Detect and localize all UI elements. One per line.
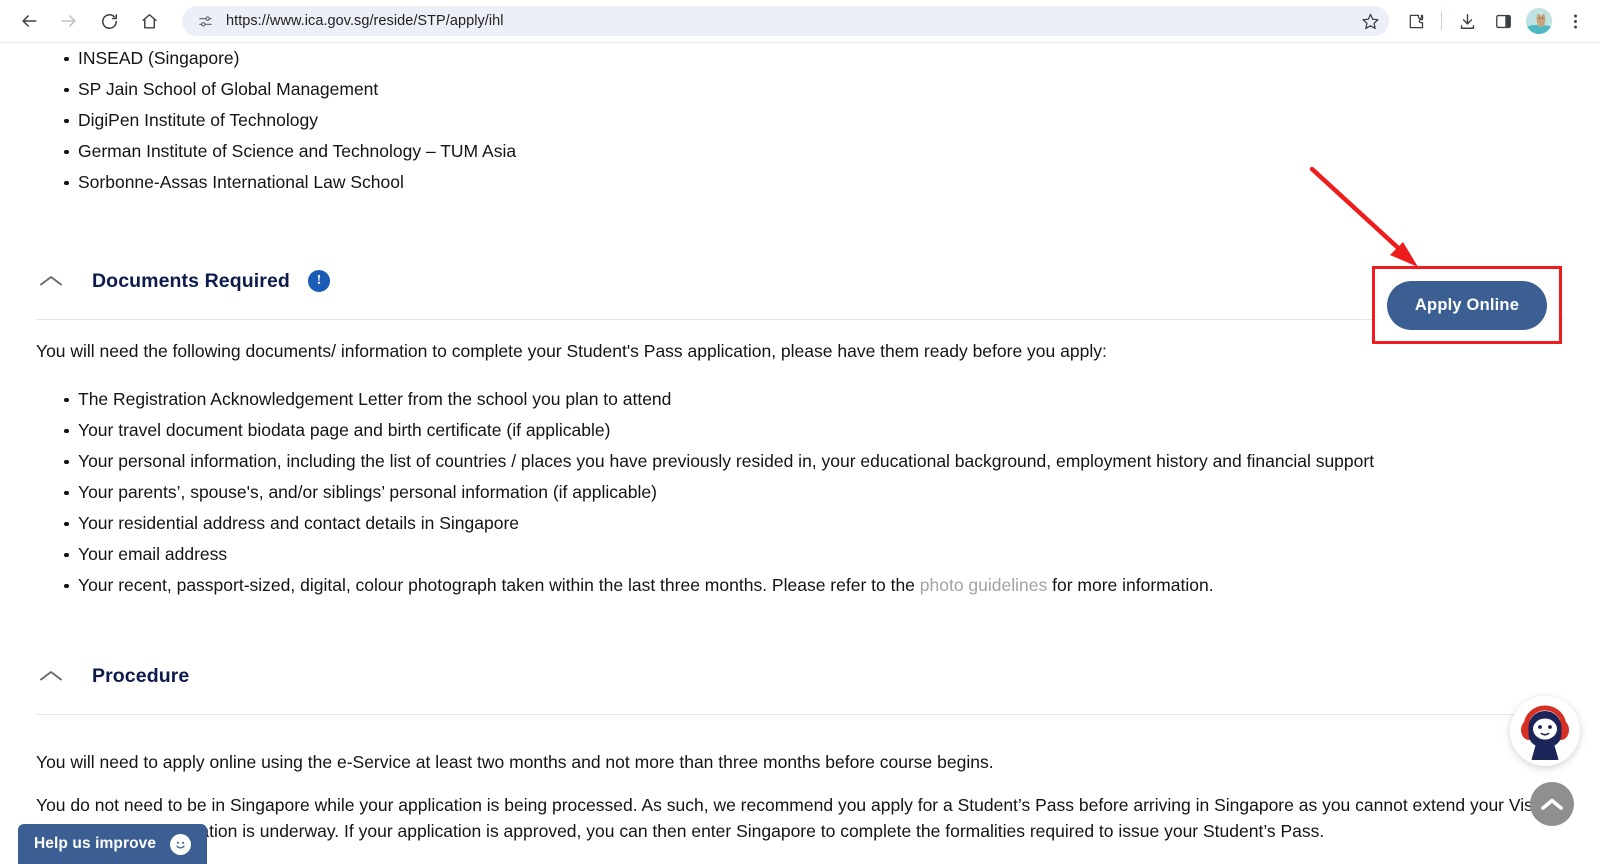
- profile-avatar-button[interactable]: [1522, 4, 1556, 38]
- list-item: Your residential address and contact det…: [36, 508, 1564, 539]
- reload-button[interactable]: [92, 4, 126, 38]
- forward-button[interactable]: [52, 4, 86, 38]
- list-item: DigiPen Institute of Technology: [36, 105, 1564, 136]
- photo-guidelines-link[interactable]: photo guidelines: [920, 575, 1047, 595]
- extensions-puzzle-icon[interactable]: [1399, 4, 1433, 38]
- photo-item-prefix: Your recent, passport-sized, digital, co…: [78, 575, 920, 595]
- feedback-label: Help us improve: [34, 835, 157, 852]
- procedure-header[interactable]: Procedure: [36, 659, 1564, 693]
- documents-list: The Registration Acknowledgement Letter …: [36, 384, 1564, 601]
- procedure-title: Procedure: [92, 664, 190, 687]
- home-button[interactable]: [132, 4, 166, 38]
- scroll-to-top-button[interactable]: [1530, 782, 1574, 826]
- section-divider: [36, 714, 1564, 715]
- site-settings-icon[interactable]: [194, 10, 216, 32]
- list-item: German Institute of Science and Technolo…: [36, 136, 1564, 167]
- documents-intro-text: You will need the following documents/ i…: [36, 341, 1107, 361]
- bookmark-star-icon[interactable]: [1357, 8, 1383, 34]
- three-dot-menu-icon[interactable]: [1558, 4, 1592, 38]
- apply-online-highlight: Apply Online: [1372, 266, 1562, 344]
- chevron-up-icon[interactable]: [36, 661, 66, 691]
- toolbar-actions: [1399, 4, 1600, 38]
- apply-online-button[interactable]: Apply Online: [1387, 280, 1547, 330]
- page-viewport: INSEAD (Singapore) SP Jain School of Glo…: [0, 43, 1600, 864]
- navigation-controls: [12, 4, 166, 38]
- list-item: Sorbonne-Assas International Law School: [36, 167, 1564, 198]
- toolbar-divider: [1441, 12, 1442, 30]
- list-item: Your personal information, including the…: [36, 446, 1564, 477]
- avatar: [1526, 8, 1552, 34]
- list-item: Your parents’, spouse's, and/or siblings…: [36, 477, 1564, 508]
- smiley-icon: [170, 833, 192, 855]
- info-icon[interactable]: !: [307, 270, 330, 292]
- list-item: Your email address: [36, 539, 1564, 570]
- side-panel-icon[interactable]: [1486, 4, 1520, 38]
- back-button[interactable]: [12, 4, 46, 38]
- list-item: The Registration Acknowledgement Letter …: [36, 384, 1564, 415]
- list-item: SP Jain School of Global Management: [36, 74, 1564, 105]
- chatbot-avatar-icon: [1521, 705, 1569, 760]
- browser-toolbar: https://www.ica.gov.sg/reside/STP/apply/…: [0, 0, 1600, 43]
- institution-list: INSEAD (Singapore) SP Jain School of Glo…: [36, 43, 1564, 198]
- help-us-improve-button[interactable]: Help us improve: [18, 824, 208, 864]
- url-text: https://www.ica.gov.sg/reside/STP/apply/…: [226, 13, 504, 29]
- list-item: Your travel document biodata page and bi…: [36, 415, 1564, 446]
- list-item: INSEAD (Singapore): [36, 43, 1564, 74]
- procedure-paragraph-1: You will need to apply online using the …: [36, 752, 994, 772]
- chevron-up-icon[interactable]: [36, 266, 66, 296]
- page-title: Documents Required: [92, 269, 290, 292]
- downloads-icon[interactable]: [1450, 4, 1484, 38]
- address-bar[interactable]: https://www.ica.gov.sg/reside/STP/apply/…: [182, 6, 1389, 36]
- chatbot-button[interactable]: [1510, 696, 1580, 766]
- documents-required-header[interactable]: Documents Required !: [36, 264, 1564, 298]
- section-divider: [36, 319, 1564, 320]
- photo-item-suffix: for more information.: [1047, 575, 1214, 595]
- procedure-paragraph-2: You do not need to be in Singapore while…: [36, 795, 1542, 841]
- list-item-photo: Your recent, passport-sized, digital, co…: [36, 570, 1564, 601]
- chevron-up-icon: [1541, 798, 1563, 810]
- page-content: INSEAD (Singapore) SP Jain School of Glo…: [0, 43, 1600, 844]
